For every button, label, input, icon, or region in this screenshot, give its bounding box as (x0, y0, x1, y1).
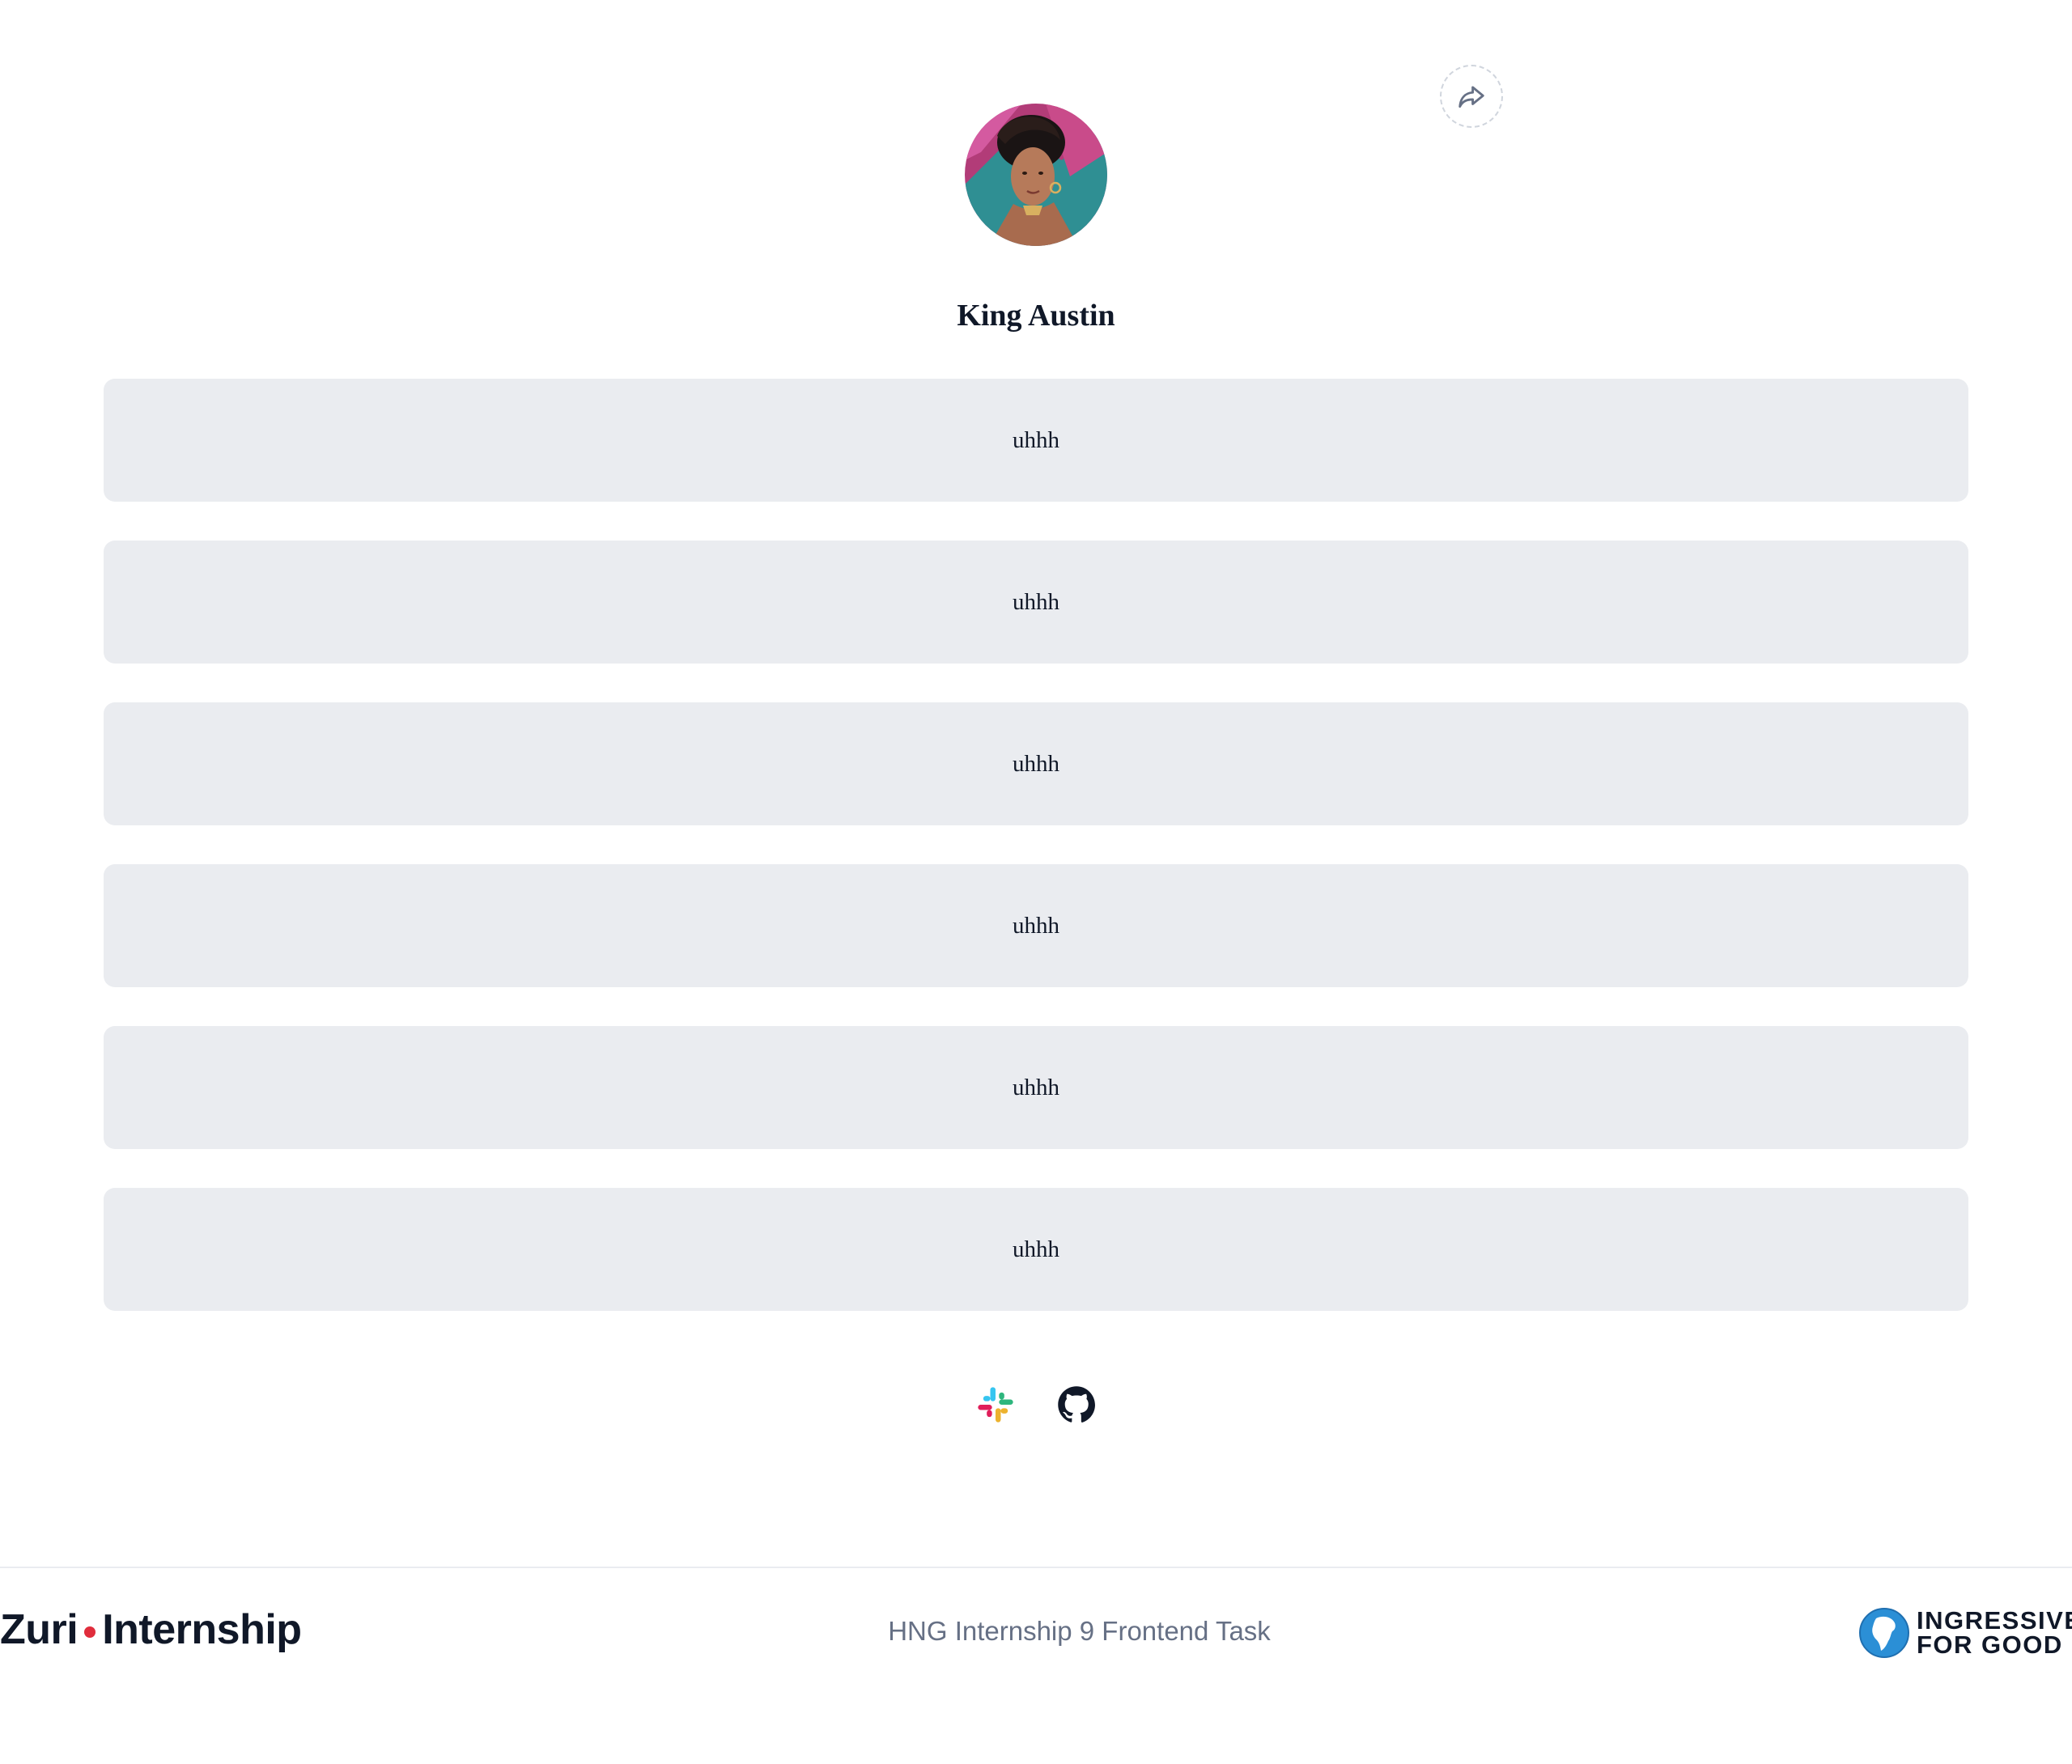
i4g-line-2: FOR GOOD (1917, 1630, 2063, 1659)
link-button[interactable]: uhhh (104, 1026, 1968, 1149)
profile-name: King Austin (957, 299, 1115, 333)
share-button[interactable] (1440, 65, 1503, 128)
github-icon (1058, 1386, 1095, 1423)
footer-text: HNG Internship 9 Frontend Task (888, 1616, 1271, 1646)
social-links (0, 1384, 2072, 1426)
link-button[interactable]: uhhh (104, 541, 1968, 664)
link-button[interactable]: uhhh (104, 864, 1968, 987)
links-list: uhhh uhhh uhhh uhhh uhhh uhhh (104, 379, 1968, 1350)
github-link[interactable] (1055, 1384, 1098, 1426)
footer: Zuri Internship HNG Internship 9 Fronten… (0, 1567, 2072, 1690)
profile-photo (965, 104, 1107, 246)
slack-link[interactable] (974, 1384, 1017, 1426)
link-button[interactable]: uhhh (104, 379, 1968, 502)
avatar (965, 104, 1107, 246)
ingressive-for-good-logo: INGRESSIVE FOR GOOD (1858, 1607, 2072, 1659)
i4g-line-1: INGRESSIVE (1917, 1606, 2072, 1635)
slack-icon (978, 1387, 1013, 1423)
link-button[interactable]: uhhh (104, 1188, 1968, 1311)
link-button[interactable]: uhhh (104, 702, 1968, 825)
i4g-wordmark: INGRESSIVE FOR GOOD (1917, 1606, 2072, 1659)
share-arrow-icon (1458, 86, 1484, 108)
africa-globe-icon (1858, 1607, 1910, 1659)
